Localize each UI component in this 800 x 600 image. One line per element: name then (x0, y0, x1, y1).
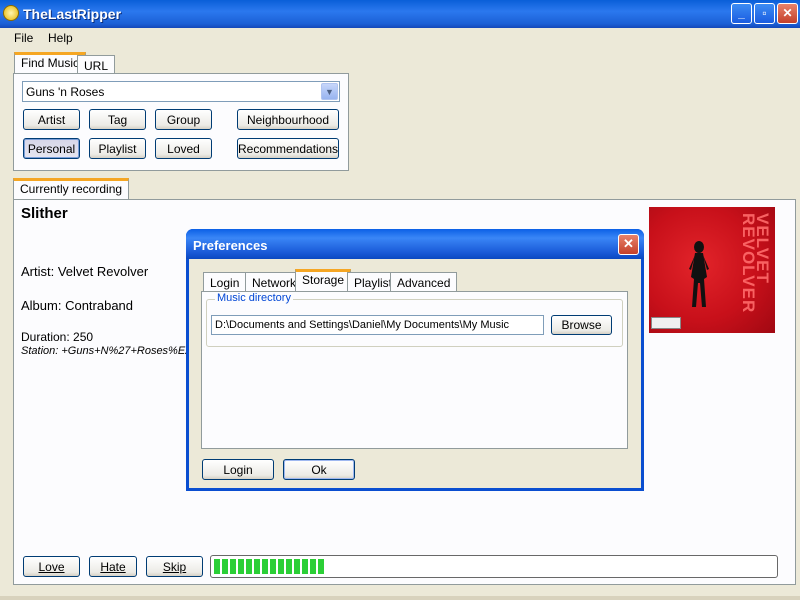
album-info: Album: Contraband (21, 298, 134, 313)
storage-panel: Music directory D:\Documents and Setting… (201, 291, 628, 449)
chevron-down-icon[interactable]: ▼ (321, 83, 338, 100)
login-button[interactable]: Login (202, 459, 274, 480)
music-directory-label: Music directory (215, 292, 293, 304)
station-info: Station: +Guns+N%27+Roses%E2% (21, 345, 191, 357)
personal-button[interactable]: Personal (23, 138, 80, 159)
love-button[interactable]: Love (23, 556, 80, 577)
tag-button[interactable]: Tag (89, 109, 146, 130)
music-directory-input[interactable]: D:\Documents and Settings\Daniel\My Docu… (211, 315, 544, 335)
artist-button[interactable]: Artist (23, 109, 80, 130)
tab-storage[interactable]: Storage (295, 269, 352, 291)
group-button[interactable]: Group (155, 109, 212, 130)
ok-button[interactable]: Ok (283, 459, 355, 480)
tab-url[interactable]: URL (77, 55, 116, 73)
maximize-button[interactable]: ▫ (754, 3, 775, 24)
menu-help[interactable]: Help (48, 31, 73, 45)
loved-button[interactable]: Loved (155, 138, 212, 159)
record-label-logo (651, 317, 681, 329)
dialog-body: Login Network Storage Playlist Advanced … (189, 259, 641, 488)
music-directory-group: Music directory D:\Documents and Setting… (206, 292, 623, 347)
window-title: TheLastRipper (23, 6, 122, 22)
tab-login[interactable]: Login (203, 272, 247, 291)
combo-value: Guns 'n Roses (26, 85, 105, 99)
dialog-close-button[interactable]: ✕ (618, 234, 639, 255)
song-title: Slither (21, 205, 68, 222)
tab-find-music[interactable]: Find Music (14, 52, 87, 74)
status-strip (0, 596, 800, 600)
album-cover: VELVET REVOLVER (649, 207, 775, 333)
tab-advanced[interactable]: Advanced (390, 272, 458, 291)
artist-info: Artist: Velvet Revolver (21, 264, 149, 279)
tab-currently-recording[interactable]: Currently recording (13, 178, 130, 200)
close-button[interactable]: ✕ (777, 3, 798, 24)
progress-bar (210, 555, 778, 578)
cover-text: VELVET REVOLVER (741, 213, 769, 314)
dialog-title: Preferences (193, 238, 268, 253)
title-bar: TheLastRipper _ ▫ ✕ (0, 0, 800, 28)
skip-button[interactable]: Skip (146, 556, 203, 577)
browse-button[interactable]: Browse (551, 315, 612, 335)
app-icon (3, 5, 19, 21)
progress-fill (214, 559, 326, 574)
dialog-title-bar: Preferences ✕ (186, 229, 644, 259)
duration-info: Duration: 250 (21, 330, 94, 344)
neighbourhood-button[interactable]: Neighbourhood (237, 109, 339, 130)
menu-file[interactable]: File (14, 31, 33, 45)
preferences-dialog: Preferences ✕ Login Network Storage Play… (186, 229, 644, 491)
hate-button[interactable]: Hate (89, 556, 137, 577)
menu-bar: File Help (0, 28, 800, 48)
artist-combo[interactable]: Guns 'n Roses ▼ (22, 81, 340, 102)
recommendations-button[interactable]: Recommendations (237, 138, 339, 159)
playlist-button[interactable]: Playlist (89, 138, 146, 159)
minimize-button[interactable]: _ (731, 3, 752, 24)
